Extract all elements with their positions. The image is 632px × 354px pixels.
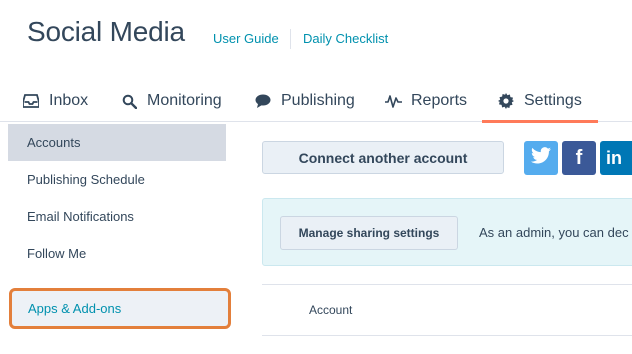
sidebar-item-follow-me[interactable]: Follow Me xyxy=(8,235,226,272)
sidebar-item-accounts[interactable]: Accounts xyxy=(8,124,226,161)
search-icon xyxy=(120,93,138,109)
connect-account-button[interactable]: Connect another account xyxy=(262,141,504,174)
tab-label: Monitoring xyxy=(147,92,222,109)
tab-label: Publishing xyxy=(281,92,355,109)
manage-sharing-button[interactable]: Manage sharing settings xyxy=(280,216,458,250)
twitter-icon xyxy=(531,147,551,169)
sidebar-item-email-notifications[interactable]: Email Notifications xyxy=(8,198,226,235)
tab-reports[interactable]: Reports xyxy=(384,80,467,122)
notice-text: As an admin, you can dec xyxy=(479,225,629,240)
tab-publishing[interactable]: Publishing xyxy=(254,80,355,122)
page-title: Social Media xyxy=(27,16,185,47)
link-divider xyxy=(290,29,291,49)
main-tabs: Inbox Monitoring Publishing Reports Sett… xyxy=(0,80,632,123)
tab-inbox[interactable]: Inbox xyxy=(22,80,88,122)
tab-label: Settings xyxy=(524,92,582,109)
sidebar-item-publishing-schedule[interactable]: Publishing Schedule xyxy=(8,161,226,198)
tab-settings[interactable]: Settings xyxy=(497,80,582,122)
daily-checklist-link[interactable]: Daily Checklist xyxy=(303,31,388,46)
user-guide-link[interactable]: User Guide xyxy=(213,31,279,46)
active-tab-indicator xyxy=(482,120,598,123)
facebook-connect-button[interactable]: f xyxy=(562,141,596,175)
tab-label: Reports xyxy=(411,92,468,109)
sidebar-item-apps-add-ons[interactable]: Apps & Add-ons xyxy=(9,288,231,329)
column-header-account: Account xyxy=(309,303,353,317)
tab-label: Inbox xyxy=(49,92,89,109)
pulse-icon xyxy=(384,93,402,109)
settings-sidebar: Accounts Publishing Schedule Email Notif… xyxy=(8,124,231,354)
accounts-table-header: Account xyxy=(262,284,632,336)
inbox-icon xyxy=(22,93,40,109)
speech-bubble-icon xyxy=(254,93,272,109)
tab-monitoring[interactable]: Monitoring xyxy=(120,80,222,122)
twitter-connect-button[interactable] xyxy=(524,141,558,175)
linkedin-connect-button[interactable]: in xyxy=(600,141,632,175)
page-header: Social Media User Guide Daily Checklist xyxy=(0,0,632,80)
sharing-notice: Manage sharing settings As an admin, you… xyxy=(262,198,632,266)
gear-icon xyxy=(497,93,515,109)
accounts-panel: Connect another account f in Manage shar… xyxy=(244,124,632,354)
